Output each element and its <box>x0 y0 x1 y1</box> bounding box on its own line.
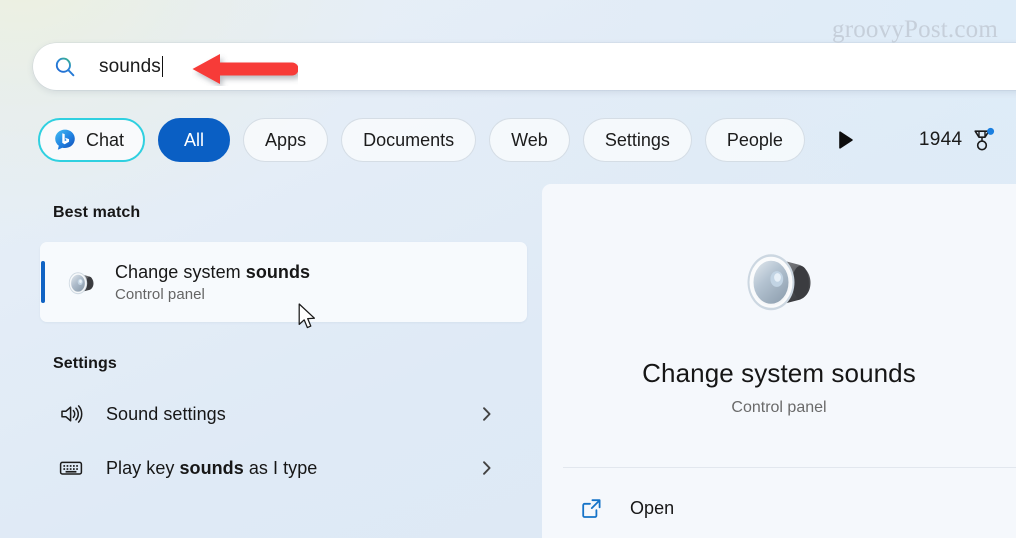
tab-people-label: People <box>726 129 783 150</box>
best-match-text: Change system sounds Control panel <box>115 261 310 304</box>
windows-search-window: groovyPost.com sounds Chat All Apps Docu… <box>0 0 1016 538</box>
settings-item-label: Sound settings <box>106 404 478 425</box>
tab-documents[interactable]: Documents <box>341 118 477 162</box>
play-triangle-icon <box>839 131 853 149</box>
tab-documents-label: Documents <box>363 129 455 150</box>
settings-item-label-suffix: as I type <box>243 457 318 478</box>
open-action-label: Open <box>630 497 675 518</box>
tab-all-label: All <box>184 129 205 150</box>
preview-title: Change system sounds <box>642 358 916 388</box>
best-match-header: Best match <box>53 204 141 221</box>
best-match-title: Change system sounds <box>115 261 310 284</box>
volume-icon <box>61 405 83 423</box>
settings-item-label-prefix: Play key <box>106 457 180 478</box>
settings-results-list: Sound settings Play key sounds as I type <box>0 387 542 495</box>
chevron-right-icon[interactable] <box>478 405 496 423</box>
best-match-item[interactable]: Change system sounds Control panel <box>40 242 527 322</box>
open-external-icon <box>582 498 601 518</box>
preview-hero: Change system sounds Control panel <box>542 184 1016 467</box>
settings-item-label-highlight: sounds <box>179 457 244 478</box>
tab-web-label: Web <box>511 129 548 150</box>
settings-item-label: Play key sounds as I type <box>106 458 478 479</box>
rewards-trophy-icon <box>974 127 995 151</box>
watermark: groovyPost.com <box>832 16 998 43</box>
tab-chat-label: Chat <box>86 129 125 150</box>
tab-apps[interactable]: Apps <box>243 118 329 162</box>
chevron-right-icon[interactable] <box>478 459 496 477</box>
settings-item-label-prefix: Sound settings <box>106 403 226 424</box>
tab-people[interactable]: People <box>704 118 805 162</box>
best-match-title-prefix: Change system <box>115 261 246 282</box>
keyboard-icon <box>59 461 83 475</box>
best-match-title-highlight: sounds <box>245 261 311 282</box>
tab-chat[interactable]: Chat <box>38 118 146 162</box>
rewards-count: 1944 <box>918 129 963 150</box>
settings-item-play-key-sounds[interactable]: Play key sounds as I type <box>40 441 512 495</box>
text-caret <box>161 56 164 77</box>
preview-actions: Open <box>542 468 1016 532</box>
open-action-button[interactable]: Open <box>542 484 1016 532</box>
tab-web[interactable]: Web <box>489 118 570 162</box>
results-pane: Best match Change system sounds Control … <box>0 184 542 538</box>
bing-chat-icon <box>55 129 75 150</box>
search-input-value: sounds <box>99 56 161 77</box>
tab-all[interactable]: All <box>158 118 231 162</box>
settings-header: Settings <box>53 355 117 372</box>
more-filters-button[interactable] <box>829 123 863 157</box>
preview-pane: Change system sounds Control panel Open <box>542 184 1016 538</box>
speaker-icon <box>68 272 94 295</box>
search-bar[interactable]: sounds <box>33 43 1016 90</box>
preview-subtitle: Control panel <box>731 399 827 416</box>
settings-item-sound-settings[interactable]: Sound settings <box>40 387 512 441</box>
best-match-subtitle: Control panel <box>115 286 205 304</box>
tab-settings[interactable]: Settings <box>582 118 692 162</box>
rewards-points-chip[interactable]: 1944 <box>919 127 995 153</box>
search-input[interactable]: sounds <box>99 43 164 90</box>
search-icon <box>55 57 75 76</box>
tab-apps-label: Apps <box>265 129 307 150</box>
selection-accent-bar <box>41 261 45 303</box>
speaker-icon-large <box>747 254 811 311</box>
filter-tab-bar: Chat All Apps Documents Web Settings Peo… <box>38 115 1016 165</box>
tab-settings-label: Settings <box>604 129 670 150</box>
